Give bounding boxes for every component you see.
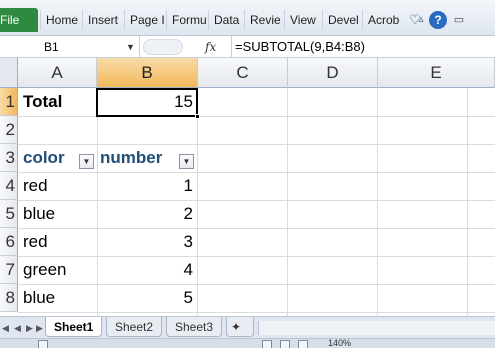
sheet-tab-sheet2[interactable]: Sheet2 — [106, 317, 163, 337]
row-header-6[interactable]: 6 — [0, 228, 18, 256]
column-header-a[interactable]: A — [18, 58, 97, 88]
cell-a1[interactable]: Total — [23, 88, 97, 116]
select-all-corner[interactable] — [0, 58, 18, 88]
insert-sheet-icon[interactable]: ✦ — [226, 317, 254, 337]
help-icon[interactable]: ? — [429, 11, 447, 29]
column-header-b[interactable]: B — [97, 58, 198, 88]
restore-window-icon[interactable]: ▭ — [452, 8, 466, 32]
cell-a4[interactable]: red — [23, 172, 97, 200]
row-header-1[interactable]: 1 — [0, 88, 18, 116]
sheet-tabs-bar: ◀ ◀ ▶ ▶ Sheet1 Sheet2 Sheet3 ✦ — [0, 316, 495, 338]
column-header-d[interactable]: D — [288, 58, 378, 88]
cell-b7[interactable]: 4 — [97, 256, 197, 284]
gridline — [18, 312, 495, 313]
first-sheet-icon[interactable]: ◀ — [2, 320, 9, 336]
next-sheet-icon[interactable]: ▶ — [26, 320, 33, 336]
filter-dropdown-icon[interactable]: ▼ — [179, 154, 194, 169]
cell-a7[interactable]: green — [23, 256, 97, 284]
row-header-5[interactable]: 5 — [0, 200, 18, 228]
name-box[interactable]: B1 — [0, 36, 140, 58]
cell-b6[interactable]: 3 — [97, 228, 197, 256]
chevron-down-icon[interactable]: ▼ — [126, 37, 135, 57]
insert-function-icon[interactable]: fx — [205, 36, 225, 58]
minimize-ribbon-icon[interactable]: ▵ — [414, 8, 428, 32]
ribbon-tabs-bar: File Home Insert Page I Formu Data Revie… — [0, 0, 495, 36]
tab-acrobat[interactable]: Acrob — [362, 10, 408, 30]
file-tab[interactable]: File — [0, 8, 38, 32]
page-layout-view-icon[interactable] — [280, 340, 290, 348]
gridline — [18, 116, 495, 117]
page-break-view-icon[interactable] — [298, 340, 308, 348]
tab-data[interactable]: Data — [208, 10, 244, 30]
row-header-2[interactable]: 2 — [0, 116, 18, 144]
macro-record-icon[interactable] — [38, 340, 48, 348]
last-sheet-icon[interactable]: ▶ — [36, 320, 43, 336]
prev-sheet-icon[interactable]: ◀ — [14, 320, 21, 336]
sheet-tab-sheet3[interactable]: Sheet3 — [166, 317, 223, 337]
cell-a6[interactable]: red — [23, 228, 97, 256]
gridline — [18, 144, 495, 145]
tab-view[interactable]: View — [284, 10, 322, 30]
normal-view-icon[interactable] — [262, 340, 272, 348]
tab-formulas[interactable]: Formu — [166, 10, 208, 30]
tab-page-layout[interactable]: Page I — [124, 10, 166, 30]
tab-home[interactable]: Home — [40, 10, 82, 30]
gridline — [197, 88, 198, 316]
sheet-tab-sheet1[interactable]: Sheet1 — [45, 317, 103, 337]
formula-bar: B1 ▼ fx =SUBTOTAL(9,B4:B8) — [0, 36, 495, 58]
row-header-3[interactable]: 3 — [0, 144, 18, 172]
row-header-4[interactable]: 4 — [0, 172, 18, 200]
tab-review[interactable]: Revie — [244, 10, 284, 30]
fill-handle[interactable] — [195, 114, 200, 119]
cell-a5[interactable]: blue — [23, 200, 97, 228]
column-header-e[interactable]: E — [378, 58, 495, 88]
formula-input[interactable]: =SUBTOTAL(9,B4:B8) — [231, 36, 365, 58]
horizontal-scrollbar[interactable] — [258, 321, 495, 335]
column-header-c[interactable]: C — [198, 58, 288, 88]
row-header-7[interactable]: 7 — [0, 256, 18, 284]
status-bar: 140% — [0, 338, 495, 348]
tab-insert[interactable]: Insert — [82, 10, 124, 30]
formula-bar-resize-handle[interactable] — [143, 39, 183, 55]
gridline — [467, 88, 468, 316]
zoom-level[interactable]: 140% — [328, 339, 351, 348]
gridline — [287, 88, 288, 316]
cell-b8[interactable]: 5 — [97, 284, 197, 312]
row-header-8[interactable]: 8 — [0, 284, 18, 312]
cell-b4[interactable]: 1 — [97, 172, 197, 200]
worksheet-grid[interactable]: A B C D E 1 2 3 4 5 6 7 8 Total 1 5 color… — [0, 58, 495, 316]
cell-a3[interactable]: color — [23, 144, 83, 172]
active-cell-border — [96, 88, 198, 117]
cell-b5[interactable]: 2 — [97, 200, 197, 228]
filter-dropdown-icon[interactable]: ▼ — [79, 154, 94, 169]
cell-b3[interactable]: number — [100, 144, 180, 172]
cell-a8[interactable]: blue — [23, 284, 97, 312]
gridline — [377, 88, 378, 316]
tab-developer[interactable]: Devel — [322, 10, 362, 30]
